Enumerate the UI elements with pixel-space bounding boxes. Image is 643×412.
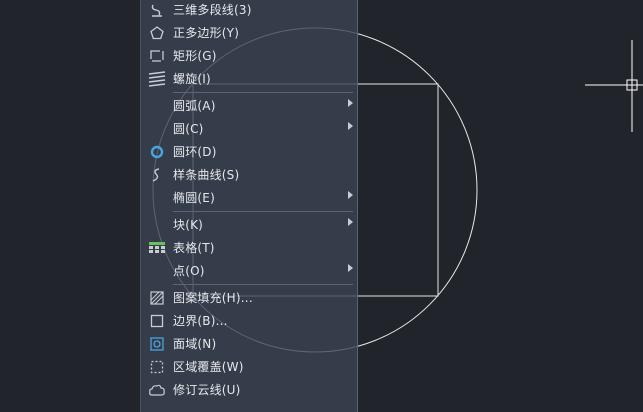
menu-item-label: 圆弧(A): [173, 99, 216, 113]
menu-item-label: 三维多段线(3): [173, 3, 252, 17]
menu-item-donut[interactable]: 圆环(D): [141, 140, 357, 163]
menu-item-label: 样条曲线(S): [173, 168, 240, 182]
menu-item-boundary[interactable]: 边界(B)...: [141, 309, 357, 332]
menu-item-label: 块(K): [173, 218, 204, 232]
submenu-arrow-icon: [348, 122, 353, 130]
menu-item-label: 图案填充(H)...: [173, 291, 253, 305]
menu-item-block[interactable]: 块(K): [141, 213, 357, 236]
menu-item-circle[interactable]: 圆(C): [141, 117, 357, 140]
menu-item-label: 修订云线(U): [173, 383, 241, 397]
menu-item-label: 螺旋(I): [173, 72, 211, 86]
revcloud-icon: [141, 384, 173, 396]
menu-item-label: 边界(B)...: [173, 314, 228, 328]
menu-item-label: 表格(T): [173, 241, 215, 255]
3d-polyline-icon: [141, 2, 173, 18]
menu-item-helix[interactable]: 螺旋(I): [141, 67, 357, 90]
menu-item-label: 椭圆(E): [173, 191, 215, 205]
rectangle-icon: [141, 49, 173, 63]
menu-item-spline[interactable]: 样条曲线(S): [141, 163, 357, 186]
draw-menu: 三维多段线(3) 正多边形(Y) 矩形(G) 螺旋(I) 圆弧(A) 圆(C) …: [140, 0, 358, 412]
menu-item-arc[interactable]: 圆弧(A): [141, 94, 357, 117]
menu-item-label: 矩形(G): [173, 49, 217, 63]
polygon-icon: [141, 25, 173, 40]
boundary-icon: [141, 314, 173, 328]
menu-item-ellipse[interactable]: 椭圆(E): [141, 186, 357, 209]
menu-item-table[interactable]: 表格(T): [141, 236, 357, 259]
donut-icon: [141, 145, 173, 159]
menu-item-revcloud[interactable]: 修订云线(U): [141, 378, 357, 401]
menu-item-label: 面域(N): [173, 337, 217, 351]
menu-item-label: 点(O): [173, 264, 205, 278]
wipeout-icon: [141, 360, 173, 374]
menu-item-label: 正多边形(Y): [173, 26, 240, 40]
crosshair-cursor: [585, 40, 643, 132]
menu-item-label: 区域覆盖(W): [173, 360, 244, 374]
menu-item-wipeout[interactable]: 区域覆盖(W): [141, 355, 357, 378]
menu-item-rectangle[interactable]: 矩形(G): [141, 44, 357, 67]
submenu-arrow-icon: [348, 218, 353, 226]
submenu-arrow-icon: [348, 99, 353, 107]
hatch-icon: [141, 290, 173, 305]
menu-item-polygon[interactable]: 正多边形(Y): [141, 21, 357, 44]
menu-item-region[interactable]: 面域(N): [141, 332, 357, 355]
menu-item-hatch[interactable]: 图案填充(H)...: [141, 286, 357, 309]
menu-item-point[interactable]: 点(O): [141, 259, 357, 282]
menu-item-3d-polyline[interactable]: 三维多段线(3): [141, 0, 357, 21]
table-icon: [141, 241, 173, 254]
menu-item-label: 圆(C): [173, 122, 204, 136]
menu-item-label: 圆环(D): [173, 145, 217, 159]
submenu-arrow-icon: [348, 191, 353, 199]
submenu-arrow-icon: [348, 264, 353, 272]
spline-icon: [141, 167, 173, 183]
helix-icon: [141, 70, 173, 87]
region-icon: [141, 336, 173, 351]
